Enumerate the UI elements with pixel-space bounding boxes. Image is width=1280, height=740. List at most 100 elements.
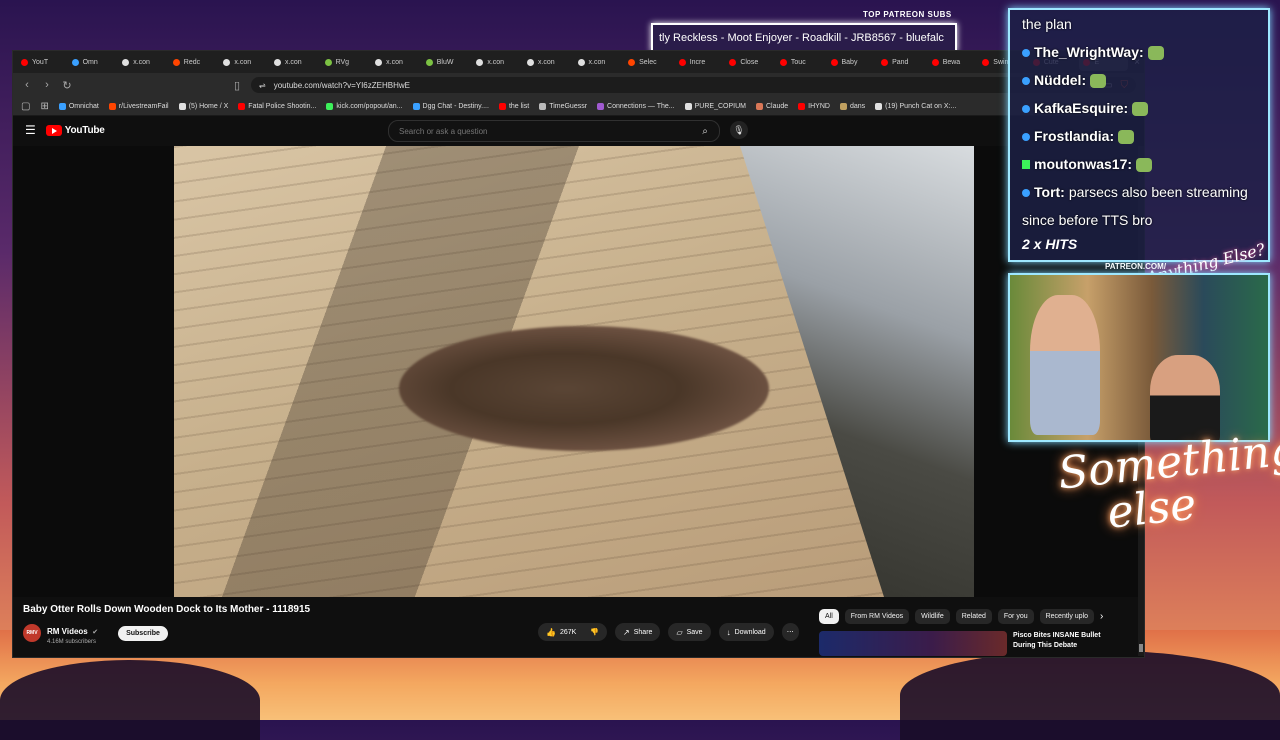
tab-bar: YouT Omn x.con Redc x.con x.con RVg x.con BluW x.… xyxy=(13,51,1144,73)
browser-tab[interactable]: x.con xyxy=(574,53,623,71)
tab-label: x.con xyxy=(537,58,555,66)
bookmark-icon[interactable]: ▯ xyxy=(231,79,243,92)
bookmark-favicon-icon xyxy=(58,102,66,110)
search-box: ⌕ xyxy=(388,120,720,142)
bookmark-label: kick.com/popout/an... xyxy=(336,102,403,110)
recommendation-item[interactable]: Pisco Bites INSANE Bullet During This De… xyxy=(819,631,1123,656)
filter-chip[interactable]: Wildlife xyxy=(915,609,950,624)
browser-tab[interactable]: BluW xyxy=(422,53,471,71)
address-bar[interactable]: ⇌ youtube.com/watch?v=YI6zZEHBHwE ⌕ ▭ ⛉ xyxy=(251,77,1136,93)
bookmark-item[interactable]: TimeGuessr xyxy=(539,102,587,110)
thumbs-down-icon[interactable]: 👎 xyxy=(590,628,599,636)
browser-toolbar: ‹ › ↻ ▯ ⇌ youtube.com/watch?v=YI6zZEHBHw… xyxy=(13,73,1144,97)
browser-tab[interactable]: x.con xyxy=(219,53,268,71)
bookmark-item[interactable]: dans xyxy=(839,102,865,110)
bookmark-item[interactable]: kick.com/popout/an... xyxy=(326,102,403,110)
share-button[interactable]: ↗ Share xyxy=(615,623,661,641)
tab-label: Omn xyxy=(82,58,98,66)
bookmark-item[interactable]: PURE_COPIUM xyxy=(684,102,746,110)
chat-text: the plan xyxy=(1022,16,1072,32)
something-else-neon-sign: Something else xyxy=(1056,424,1280,541)
bookmark-item[interactable]: Connections — The... xyxy=(597,102,675,110)
browser-tab[interactable]: x.con xyxy=(118,53,167,71)
sidebar-toggle-icon[interactable]: ▢ xyxy=(21,101,30,112)
site-info-icon[interactable]: ⇌ xyxy=(259,81,266,90)
browser-tab[interactable]: Incre xyxy=(675,53,724,71)
recommendation-thumbnail[interactable] xyxy=(819,631,1007,656)
bookmark-item[interactable]: (19) Punch Cat on X:... xyxy=(875,102,956,110)
video-player[interactable] xyxy=(174,146,974,597)
bookmark-item[interactable]: r/LivestreamFail xyxy=(108,102,169,110)
filter-chip[interactable]: For you xyxy=(997,609,1034,624)
tab-favicon-icon xyxy=(223,58,231,66)
tab-label: x.con xyxy=(588,58,606,66)
browser-tab[interactable]: x.con xyxy=(523,53,572,71)
recommendation-title[interactable]: Pisco Bites INSANE Bullet During This De… xyxy=(1013,631,1123,656)
tab-label: x.con xyxy=(284,58,302,66)
browser-tab[interactable]: Bewa xyxy=(928,53,977,71)
browser-tab[interactable]: Close xyxy=(725,53,774,71)
bookmark-item[interactable]: Claude xyxy=(755,102,788,110)
browser-tab[interactable]: Touc xyxy=(776,53,825,71)
bookmark-item[interactable]: IHYND xyxy=(798,102,830,110)
filter-chip[interactable]: All xyxy=(819,609,839,624)
menu-icon[interactable]: ☰ xyxy=(25,123,36,137)
download-button[interactable]: ↓ Download xyxy=(718,623,774,641)
forward-icon[interactable]: › xyxy=(41,79,53,91)
tab-favicon-icon xyxy=(628,58,636,66)
chips-next-icon[interactable]: › xyxy=(1100,611,1103,622)
browser-tab[interactable]: x.con xyxy=(472,53,521,71)
browser-tab[interactable]: Baby xyxy=(827,53,876,71)
chat-message: the plan xyxy=(1010,10,1268,38)
tab-label: YouT xyxy=(32,58,49,66)
back-icon[interactable]: ‹ xyxy=(21,79,33,91)
chat-emote-icon xyxy=(1132,102,1149,117)
bookmark-favicon-icon xyxy=(326,102,334,110)
bookmarks-bar: ▢ ⊞ Omnichat r/LivestreamFail (5) Home / X… xyxy=(13,97,1144,116)
search-input[interactable] xyxy=(389,125,691,137)
stream-chat-overlay: the plan The_WrightWay: Nüddel: KafkaEsquir… xyxy=(1008,8,1270,262)
tab-label: Close xyxy=(740,58,759,66)
tab-label: Baby xyxy=(841,58,858,66)
tab-label: x.con xyxy=(386,58,403,66)
chat-message: Frostlandia: xyxy=(1010,122,1268,150)
channel-avatar[interactable]: RMV xyxy=(23,624,41,642)
bookmark-item[interactable]: Dgg Chat - Destiny.... xyxy=(412,102,489,110)
filter-chip[interactable]: From RM Videos xyxy=(844,609,910,624)
browser-tab[interactable]: x.con xyxy=(270,53,319,71)
browser-tab[interactable]: RVg xyxy=(321,53,370,71)
browser-tab[interactable]: YouT xyxy=(17,53,66,71)
browser-tab[interactable]: Selec xyxy=(624,53,673,71)
more-actions-icon[interactable]: ⋯ xyxy=(781,623,799,641)
youtube-logo[interactable]: YouTube xyxy=(45,124,105,136)
bookmark-item[interactable]: (5) Home / X xyxy=(178,102,228,110)
tab-favicon-icon xyxy=(526,58,534,66)
search-icon[interactable]: ⌕ xyxy=(691,126,719,137)
scrollbar-thumb[interactable] xyxy=(1139,644,1143,652)
save-label: Save xyxy=(686,628,703,636)
palm-silhouette-left xyxy=(0,660,260,740)
video-title: Baby Otter Rolls Down Wooden Dock to Its… xyxy=(23,604,311,615)
browser-tab[interactable]: Redc xyxy=(169,53,218,71)
filter-chip[interactable]: Recently uplo xyxy=(1039,609,1095,624)
reload-icon[interactable]: ↻ xyxy=(61,79,73,92)
bookmark-item[interactable]: Fatal Police Shootin... xyxy=(238,102,316,110)
channel-name[interactable]: RM Videos xyxy=(47,627,88,636)
save-button[interactable]: ▱ Save xyxy=(668,623,711,641)
browser-tab[interactable]: Omn xyxy=(68,53,117,71)
apps-grid-icon[interactable]: ⊞ xyxy=(40,101,48,112)
tab-favicon-icon xyxy=(476,58,484,66)
bookmark-item[interactable]: the list xyxy=(498,102,529,110)
palm-silhouette-right xyxy=(900,650,1280,740)
bookmark-favicon-icon xyxy=(178,102,186,110)
bookmark-item[interactable]: Omnichat xyxy=(58,102,99,110)
microphone-icon[interactable]: 🎙 xyxy=(730,121,748,139)
tab-favicon-icon xyxy=(71,58,79,66)
like-button[interactable]: 👍 267K 👎 xyxy=(538,623,608,641)
url-text[interactable]: youtube.com/watch?v=YI6zZEHBHwE xyxy=(274,81,410,90)
filter-chip[interactable]: Related xyxy=(955,609,992,624)
thumbs-up-icon: 👍 xyxy=(546,627,556,637)
browser-tab[interactable]: Pand xyxy=(877,53,926,71)
browser-tab[interactable]: x.con xyxy=(371,53,420,71)
subscribe-button[interactable]: Subscribe xyxy=(118,625,168,641)
